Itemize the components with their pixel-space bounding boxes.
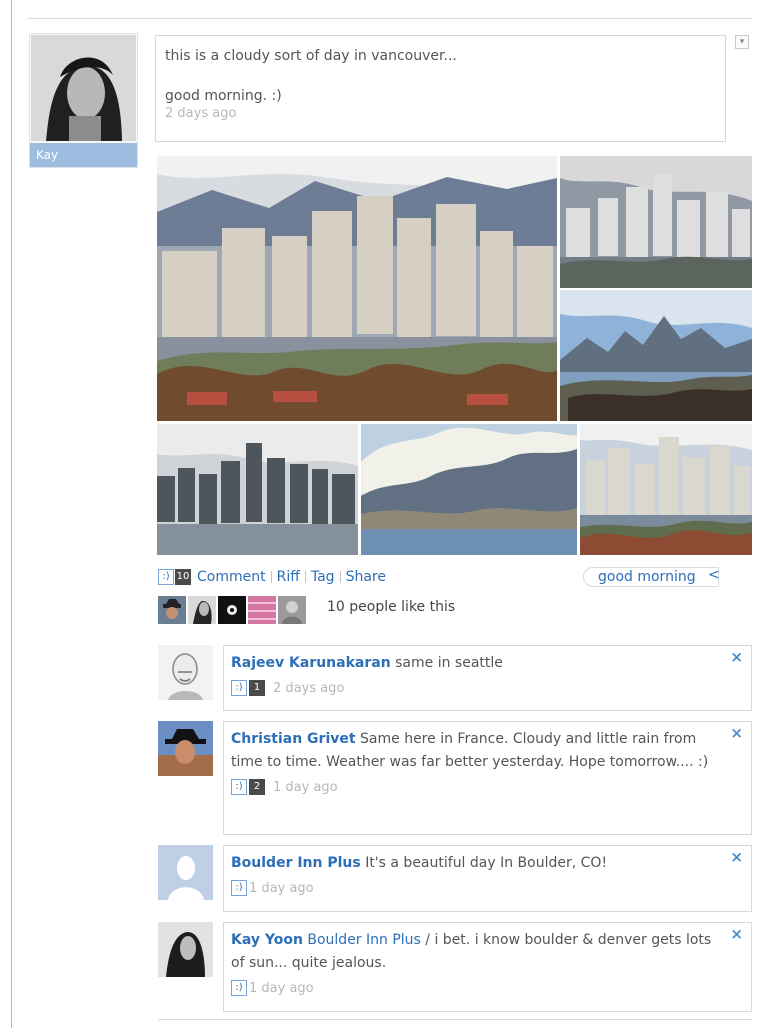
comment-meta: :) 2 1 day ago xyxy=(231,777,743,797)
commenter-photo-icon xyxy=(158,721,213,776)
comment-meta: :) 1 day ago xyxy=(231,878,743,898)
left-divider xyxy=(11,0,12,1028)
top-divider xyxy=(27,18,752,19)
action-divider xyxy=(304,571,306,583)
tag-link[interactable]: Tag xyxy=(311,569,335,585)
likers-avatars xyxy=(158,596,306,624)
riff-link[interactable]: Riff xyxy=(277,569,300,585)
commenter-avatar[interactable] xyxy=(158,845,213,900)
city-photo-icon xyxy=(157,156,557,421)
comment-author-link[interactable]: Kay Yoon xyxy=(231,932,303,948)
comment-item: Christian Grivet Same here in France. Cl… xyxy=(158,721,752,835)
comment-author-link[interactable]: Rajeev Karunakaran xyxy=(231,655,391,671)
photo-skyline-grey[interactable] xyxy=(157,424,358,555)
comment-text: Christian Grivet Same here in France. Cl… xyxy=(231,728,743,774)
liker-avatar[interactable] xyxy=(188,596,216,624)
photo-waterfront[interactable] xyxy=(560,156,752,288)
comment-box: Rajeev Karunakaran same in seattle :) 1 … xyxy=(223,645,752,711)
mountain-photo-icon xyxy=(361,424,577,555)
comment-box: Kay Yoon Boulder Inn Plus / i bet. i kno… xyxy=(223,922,752,1012)
share-link[interactable]: Share xyxy=(346,569,386,585)
comment-item: Boulder Inn Plus It's a beautiful day In… xyxy=(158,845,752,912)
comment-message: / i bet. i know boulder & denver gets lo… xyxy=(231,932,712,971)
photo-large-vancouver[interactable] xyxy=(157,156,557,421)
commenter-avatar[interactable] xyxy=(158,922,213,977)
comment-smile-button[interactable]: :) xyxy=(231,880,247,896)
action-divider xyxy=(339,571,341,583)
comment-time: 1 day ago xyxy=(249,980,314,996)
liker-avatar[interactable] xyxy=(218,596,246,624)
default-user-icon xyxy=(158,845,213,900)
smile-count: 10 xyxy=(175,569,191,585)
comment-text: Kay Yoon Boulder Inn Plus / i bet. i kno… xyxy=(231,929,743,975)
comment-close-icon[interactable]: × xyxy=(730,850,743,865)
post-actions: :) 10 Comment Riff Tag Share xyxy=(158,567,386,587)
comment-close-icon[interactable]: × xyxy=(730,650,743,665)
comment-box: Christian Grivet Same here in France. Cl… xyxy=(223,721,752,835)
post-menu-button[interactable]: ▾ xyxy=(735,35,749,49)
comment-box: Boulder Inn Plus It's a beautiful day In… xyxy=(223,845,752,912)
author-avatar[interactable] xyxy=(31,35,136,141)
photo-waterfront-autumn[interactable] xyxy=(580,424,752,555)
comment-text: Rajeev Karunakaran same in seattle xyxy=(231,652,743,675)
skyline-photo-icon xyxy=(157,424,358,555)
comment-mention-link[interactable]: Boulder Inn Plus xyxy=(307,932,420,948)
autumn-photo-icon xyxy=(580,424,752,555)
comment-time: 2 days ago xyxy=(273,680,345,696)
comment-time: 1 day ago xyxy=(249,880,314,896)
comment-author-link[interactable]: Christian Grivet xyxy=(231,731,356,747)
comment-meta: :) 1 2 days ago xyxy=(231,678,743,698)
author-name[interactable]: Kay xyxy=(30,143,137,167)
post-status-box: this is a cloudy sort of day in vancouve… xyxy=(155,35,726,142)
smile-button[interactable]: :) xyxy=(158,569,174,585)
comment-smile-button[interactable]: :) xyxy=(231,980,247,996)
commenter-avatar[interactable] xyxy=(158,721,213,776)
tag-arrow-button[interactable]: < xyxy=(708,567,720,583)
comment-meta: :) 1 day ago xyxy=(231,978,743,998)
comment-item: Rajeev Karunakaran same in seattle :) 1 … xyxy=(158,645,752,711)
bottom-divider xyxy=(158,1019,752,1020)
tag-good-morning[interactable]: good morning xyxy=(583,567,719,587)
commenter-photo-icon xyxy=(158,645,213,700)
liker-avatar[interactable] xyxy=(248,596,276,624)
commenter-avatar[interactable] xyxy=(158,645,213,700)
photo-beach-city[interactable] xyxy=(560,290,752,421)
comment-close-icon[interactable]: × xyxy=(730,927,743,942)
waterfront-photo-icon xyxy=(560,156,752,288)
author-photo-icon xyxy=(31,35,136,141)
comment-message: same in seattle xyxy=(395,655,503,671)
comment-smile-count: 2 xyxy=(249,779,265,795)
comment-smile-count: 1 xyxy=(249,680,265,696)
comment-text: Boulder Inn Plus It's a beautiful day In… xyxy=(231,852,743,875)
author-card[interactable]: Kay xyxy=(29,33,138,168)
comment-message: It's a beautiful day In Boulder, CO! xyxy=(365,855,608,871)
comment-time: 1 day ago xyxy=(273,779,338,795)
commenter-photo-icon xyxy=(158,922,213,977)
comment-author-link[interactable]: Boulder Inn Plus xyxy=(231,855,361,871)
likes-count-text[interactable]: 10 people like this xyxy=(327,599,455,615)
comment-smile-button[interactable]: :) xyxy=(231,680,247,696)
comment-close-icon[interactable]: × xyxy=(730,726,743,741)
post-status-text: this is a cloudy sort of day in vancouve… xyxy=(165,48,457,104)
photo-mountain-clouds[interactable] xyxy=(361,424,577,555)
beach-photo-icon xyxy=(560,290,752,421)
action-divider xyxy=(270,571,272,583)
comment-smile-button[interactable]: :) xyxy=(231,779,247,795)
liker-avatar[interactable] xyxy=(158,596,186,624)
liker-avatar[interactable] xyxy=(278,596,306,624)
comment-link[interactable]: Comment xyxy=(197,569,266,585)
comment-item: Kay Yoon Boulder Inn Plus / i bet. i kno… xyxy=(158,922,752,1012)
post-time: 2 days ago xyxy=(165,106,237,121)
